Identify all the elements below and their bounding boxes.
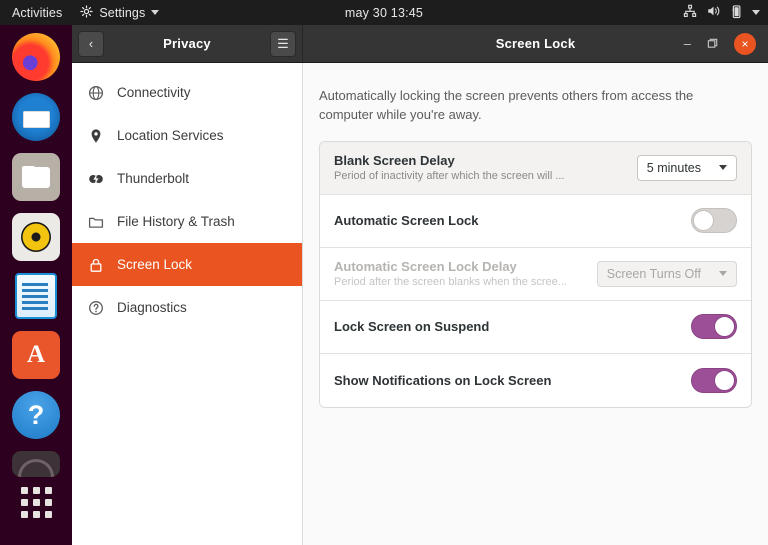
thunderbolt-icon bbox=[88, 171, 104, 187]
dock-item-thunderbird[interactable] bbox=[12, 93, 60, 141]
header-left-pane: ‹ Privacy ☰ bbox=[72, 25, 303, 62]
sidebar-item-diagnostics[interactable]: Diagnostics bbox=[72, 286, 302, 329]
dock-item-rhythmbox[interactable] bbox=[12, 213, 60, 261]
sidebar-item-file-history-trash[interactable]: File History & Trash bbox=[72, 200, 302, 243]
battery-icon bbox=[730, 4, 743, 22]
volume-icon bbox=[706, 4, 721, 21]
close-button[interactable]: × bbox=[734, 33, 756, 55]
system-indicators[interactable] bbox=[683, 0, 760, 25]
window-body: Connectivity Location Services bbox=[72, 63, 768, 545]
dock-item-ubuntu-software[interactable] bbox=[12, 331, 60, 379]
dropdown-value: 5 minutes bbox=[647, 161, 701, 175]
sidebar-item-label: Diagnostics bbox=[117, 300, 187, 315]
row-blank-screen-delay[interactable]: Blank Screen Delay Period of inactivity … bbox=[320, 142, 751, 195]
automatic-screen-lock-toggle[interactable] bbox=[691, 208, 737, 233]
globe-icon bbox=[88, 85, 104, 101]
ubuntu-dock bbox=[0, 25, 72, 545]
screen-lock-description: Automatically locking the screen prevent… bbox=[319, 87, 749, 125]
settings-sidebar: Connectivity Location Services bbox=[72, 63, 303, 545]
sidebar-item-connectivity[interactable]: Connectivity bbox=[72, 71, 302, 114]
folder-icon bbox=[88, 214, 104, 230]
sidebar-title: Privacy bbox=[104, 36, 270, 51]
sidebar-item-label: Thunderbolt bbox=[117, 171, 189, 186]
row-text: Lock Screen on Suspend bbox=[334, 319, 691, 334]
toggle-knob bbox=[693, 210, 714, 231]
maximize-button[interactable] bbox=[707, 38, 718, 49]
app-menu-button[interactable]: Settings bbox=[72, 5, 167, 21]
blank-screen-delay-dropdown[interactable]: 5 minutes bbox=[637, 155, 737, 181]
system-menu-caret-icon[interactable] bbox=[752, 10, 760, 15]
automatic-screen-lock-delay-dropdown: Screen Turns Off bbox=[597, 261, 737, 287]
sidebar-item-screen-lock[interactable]: Screen Lock bbox=[72, 243, 302, 286]
row-text: Automatic Screen Lock bbox=[334, 213, 691, 228]
settings-content: Automatically locking the screen prevent… bbox=[303, 63, 768, 545]
app-menu-label: Settings bbox=[99, 6, 145, 20]
dock-item-help[interactable] bbox=[12, 391, 60, 439]
sidebar-item-location-services[interactable]: Location Services bbox=[72, 114, 302, 157]
dock-item-files[interactable] bbox=[12, 153, 60, 201]
sidebar-item-thunderbolt[interactable]: Thunderbolt bbox=[72, 157, 302, 200]
dock-item-libreoffice-writer[interactable] bbox=[15, 273, 57, 319]
gnome-top-bar: Activities Settings may 30 13:45 bbox=[0, 0, 768, 25]
show-applications-button[interactable] bbox=[12, 487, 60, 517]
sidebar-item-label: File History & Trash bbox=[117, 214, 235, 229]
screen-root: Activities Settings may 30 13:45 bbox=[0, 0, 768, 545]
dropdown-value: Screen Turns Off bbox=[607, 267, 701, 281]
back-button[interactable]: ‹ bbox=[78, 31, 104, 57]
sidebar-item-label: Connectivity bbox=[117, 85, 191, 100]
location-pin-icon bbox=[88, 128, 104, 144]
window-controls: – × bbox=[684, 33, 762, 55]
window-header-bar: ‹ Privacy ☰ Screen Lock – × bbox=[72, 25, 768, 63]
row-show-notifications-on-lock-screen[interactable]: Show Notifications on Lock Screen bbox=[320, 354, 751, 407]
dock-item-firefox[interactable] bbox=[12, 33, 60, 81]
hamburger-menu-button[interactable]: ☰ bbox=[270, 31, 296, 57]
row-title: Show Notifications on Lock Screen bbox=[334, 373, 681, 388]
settings-list-card: Blank Screen Delay Period of inactivity … bbox=[319, 141, 752, 408]
row-text: Automatic Screen Lock Delay Period after… bbox=[334, 259, 597, 288]
toggle-knob bbox=[714, 370, 735, 391]
padlock-icon bbox=[88, 257, 104, 273]
row-title: Automatic Screen Lock bbox=[334, 213, 681, 228]
gear-icon bbox=[80, 5, 93, 21]
row-automatic-screen-lock[interactable]: Automatic Screen Lock bbox=[320, 195, 751, 248]
sidebar-item-label: Screen Lock bbox=[117, 257, 192, 272]
sidebar-item-label: Location Services bbox=[117, 128, 224, 143]
row-automatic-screen-lock-delay: Automatic Screen Lock Delay Period after… bbox=[320, 248, 751, 301]
chevron-down-icon bbox=[719, 165, 727, 170]
dock-item-partial[interactable] bbox=[12, 451, 60, 477]
chevron-down-icon bbox=[151, 10, 159, 15]
row-lock-screen-on-suspend[interactable]: Lock Screen on Suspend bbox=[320, 301, 751, 354]
toggle-knob bbox=[714, 316, 735, 337]
row-text: Show Notifications on Lock Screen bbox=[334, 373, 691, 388]
row-subtitle: Period of inactivity after which the scr… bbox=[334, 170, 627, 182]
question-circle-icon bbox=[88, 300, 104, 316]
row-title: Automatic Screen Lock Delay bbox=[334, 259, 587, 274]
lock-screen-on-suspend-toggle[interactable] bbox=[691, 314, 737, 339]
chevron-down-icon bbox=[719, 271, 727, 276]
header-right-pane: Screen Lock – × bbox=[303, 25, 768, 62]
show-notifications-on-lock-screen-toggle[interactable] bbox=[691, 368, 737, 393]
row-subtitle: Period after the screen blanks when the … bbox=[334, 276, 587, 288]
network-icon bbox=[683, 4, 697, 21]
row-title: Blank Screen Delay bbox=[334, 153, 627, 168]
settings-window: ‹ Privacy ☰ Screen Lock – × bbox=[72, 25, 768, 545]
row-title: Lock Screen on Suspend bbox=[334, 319, 681, 334]
row-text: Blank Screen Delay Period of inactivity … bbox=[334, 153, 637, 182]
minimize-button[interactable]: – bbox=[684, 36, 691, 51]
activities-button[interactable]: Activities bbox=[0, 6, 72, 20]
